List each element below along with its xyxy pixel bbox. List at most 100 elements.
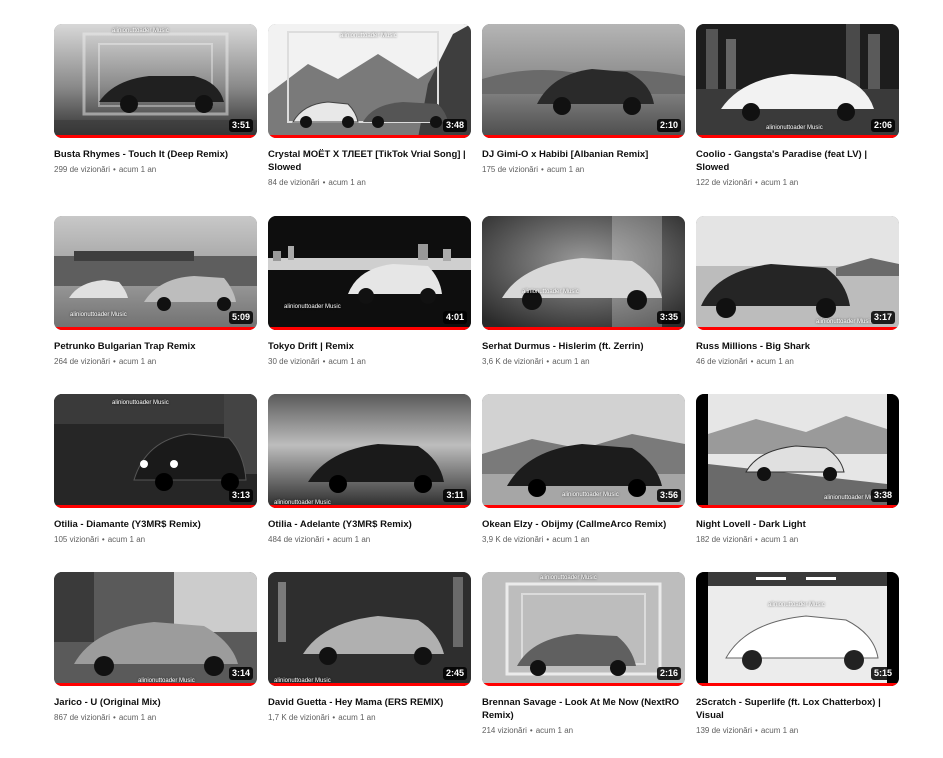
video-title[interactable]: Crystal MOËT X ТЛЕЕТ [TikTok Vrial Song]… [268, 148, 468, 174]
video-meta: 46 de vizionări • acum 1 an [696, 357, 899, 367]
video-thumbnail[interactable]: alinionuttoader Music 2:06 [696, 24, 899, 138]
watch-progress-bar [482, 505, 685, 508]
watermark-text: alinionuttoader Music [340, 33, 397, 39]
video-meta: 122 de vizionări • acum 1 an [696, 178, 899, 188]
video-meta: 264 de vizionări • acum 1 an [54, 357, 257, 367]
watch-progress-bar [54, 505, 257, 508]
video-thumbnail[interactable]: alinionuttoader Music 5:09 [54, 216, 257, 330]
view-count: 30 de vizionări [268, 357, 320, 366]
thumbnail-image [54, 24, 257, 138]
upload-age: acum 1 an [332, 535, 371, 544]
video-thumbnail[interactable]: alinionuttoader Music 3:17 [696, 216, 899, 330]
duration-badge: 3:11 [443, 489, 467, 502]
duration-badge: 5:09 [228, 311, 253, 324]
video-card[interactable]: alinionuttoader Music 3:48 Crystal MOËT … [268, 24, 471, 188]
watch-progress-bar [268, 505, 471, 508]
video-card[interactable]: alinionuttoader Music 2:16 Brennan Savag… [482, 572, 685, 736]
view-count: 3,9 K de vizionări [482, 535, 544, 544]
video-title[interactable]: Okean Elzy - Obijmy (CallmeArco Remix) [482, 518, 682, 531]
video-thumbnail[interactable]: alinionuttoader Music 5:15 [696, 572, 899, 686]
video-title[interactable]: Otilia - Adelante (Y3MR$ Remix) [268, 518, 468, 531]
video-thumbnail[interactable]: alinionuttoader Music 3:35 [482, 216, 685, 330]
meta-separator: • [101, 535, 105, 544]
video-grid: alinionuttoader Music 3:51 Busta Rhymes … [0, 0, 943, 758]
view-count: 264 de vizionări [54, 357, 111, 366]
video-thumbnail[interactable]: alinionuttoader Music 3:11 [268, 394, 471, 508]
video-title[interactable]: Tokyo Drift | Remix [268, 340, 468, 353]
upload-age: acum 1 an [118, 165, 157, 174]
video-thumbnail[interactable]: alinionuttoader Music 3:38 [696, 394, 899, 508]
meta-separator: • [332, 713, 336, 722]
upload-age: acum 1 an [756, 357, 794, 366]
video-thumbnail[interactable]: alinionuttoader Music 2:16 [482, 572, 685, 686]
video-card[interactable]: alinionuttoader Music 3:38 Night Lovell … [696, 394, 899, 545]
duration-badge: 2:45 [442, 667, 467, 680]
upload-age: acum 1 an [760, 178, 799, 187]
watch-progress-bar [696, 135, 899, 138]
video-card[interactable]: alinionuttoader Music 2:45 David Guetta … [268, 572, 471, 723]
video-meta: 214 vizionări • acum 1 an [482, 726, 685, 736]
video-card[interactable]: alinionuttoader Music 3:17 Russ Millions… [696, 216, 899, 367]
watermark-text: alinionuttoader Music [522, 289, 579, 295]
video-title[interactable]: Russ Millions - Big Shark [696, 340, 896, 353]
duration-badge: 3:13 [228, 489, 253, 502]
video-thumbnail[interactable]: alinionuttoader Music 4:01 [268, 216, 471, 330]
video-thumbnail[interactable]: alinionuttoader Music 3:48 [268, 24, 471, 138]
upload-age: acum 1 an [328, 178, 366, 187]
video-title[interactable]: Coolio - Gangsta's Paradise (feat LV) | … [696, 148, 896, 174]
view-count: 214 vizionări [482, 726, 527, 735]
video-thumbnail[interactable]: alinionuttoader Music 3:51 [54, 24, 257, 138]
video-card[interactable]: alinionuttoader Music 5:09 Petrunko Bulg… [54, 216, 257, 367]
meta-separator: • [327, 535, 330, 544]
watch-progress-bar [696, 683, 899, 686]
duration-badge: 3:48 [442, 119, 467, 132]
video-meta: 105 vizionări • acum 1 an [54, 535, 257, 545]
video-thumbnail[interactable]: 2:10 [482, 24, 685, 138]
video-title[interactable]: Jarico - U (Original Mix) [54, 696, 254, 709]
video-thumbnail[interactable]: alinionuttoader Music 3:56 [482, 394, 685, 508]
duration-badge: 3:17 [870, 311, 895, 324]
duration-badge: 2:16 [656, 667, 681, 680]
video-card[interactable]: alinionuttoader Music 3:14 Jarico - U (O… [54, 572, 257, 723]
video-title[interactable]: Night Lovell - Dark Light [696, 518, 896, 531]
video-card[interactable]: alinionuttoader Music 3:11 Otilia - Adel… [268, 394, 471, 545]
video-thumbnail[interactable]: alinionuttoader Music 3:14 [54, 572, 257, 686]
duration-badge: 3:35 [656, 311, 681, 324]
upload-age: acum 1 an [118, 713, 157, 722]
thumbnail-image [268, 394, 471, 508]
video-card[interactable]: alinionuttoader Music 4:01 Tokyo Drift |… [268, 216, 471, 367]
video-title[interactable]: Brennan Savage - Look At Me Now (NextRO … [482, 696, 682, 722]
video-card[interactable]: alinionuttoader Music 3:35 Serhat Durmus… [482, 216, 685, 367]
meta-separator: • [755, 726, 758, 735]
duration-badge: 5:15 [870, 667, 895, 680]
video-title[interactable]: 2Scratch - Superlife (ft. Lox Chatterbox… [696, 696, 896, 722]
video-meta: 3,9 K de vizionări • acum 1 an [482, 535, 685, 545]
video-meta: 867 de vizionări • acum 1 an [54, 713, 257, 723]
video-title[interactable]: Serhat Durmus - Hislerim (ft. Zerrin) [482, 340, 682, 353]
video-card[interactable]: alinionuttoader Music 3:56 Okean Elzy - … [482, 394, 685, 545]
video-card[interactable]: alinionuttoader Music 3:51 Busta Rhymes … [54, 24, 257, 175]
meta-separator: • [113, 357, 116, 366]
video-thumbnail[interactable]: alinionuttoader Music 2:45 [268, 572, 471, 686]
video-title[interactable]: Busta Rhymes - Touch It (Deep Remix) [54, 148, 254, 161]
meta-separator: • [546, 535, 550, 544]
video-meta: 484 de vizionări • acum 1 an [268, 535, 471, 545]
video-card[interactable]: 2:10 DJ Gimi-O x Habibi [Albanian Remix]… [482, 24, 685, 175]
video-title[interactable]: Otilia - Diamante (Y3MR$ Remix) [54, 518, 254, 531]
video-card[interactable]: alinionuttoader Music 2:06 Coolio - Gang… [696, 24, 899, 188]
thumbnail-image [268, 216, 471, 330]
watch-progress-bar [54, 683, 257, 686]
video-title[interactable]: DJ Gimi-O x Habibi [Albanian Remix] [482, 148, 682, 161]
watermark-text: alinionuttoader Music [768, 602, 825, 608]
video-card[interactable]: alinionuttoader Music 3:13 Otilia - Diam… [54, 394, 257, 545]
video-card[interactable]: alinionuttoader Music 5:15 2Scratch - Su… [696, 572, 899, 736]
thumbnail-image [482, 572, 685, 686]
duration-badge: 2:06 [870, 119, 895, 132]
watch-progress-bar [54, 135, 257, 138]
watermark-text: alinionuttoader Music [112, 28, 169, 34]
video-title[interactable]: David Guetta - Hey Mama (ERS REMIX) [268, 696, 468, 709]
thumbnail-image [482, 394, 685, 508]
video-thumbnail[interactable]: alinionuttoader Music 3:13 [54, 394, 257, 508]
watermark-text: alinionuttoader Music [816, 319, 873, 325]
video-title[interactable]: Petrunko Bulgarian Trap Remix [54, 340, 254, 353]
